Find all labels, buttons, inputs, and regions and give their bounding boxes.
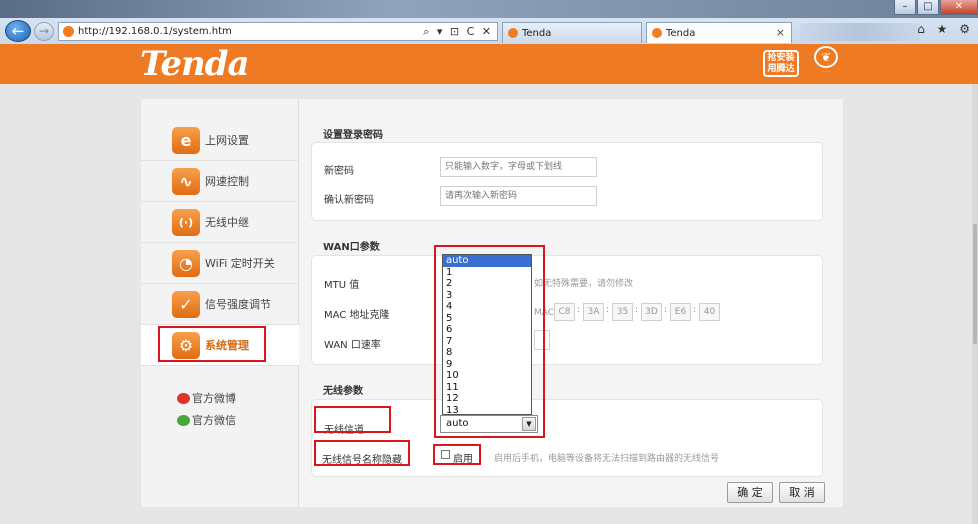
browser-tool-icons[interactable]: ⌂ ★ ⚙ — [917, 22, 974, 36]
page-scrollbar[interactable] — [972, 84, 978, 524]
mac-octet-6[interactable]: 40 — [699, 303, 720, 321]
highlight-enable-checkbox — [433, 444, 481, 465]
wechat-icon — [177, 414, 190, 426]
wan-speed-label: WAN 口速率 — [324, 340, 381, 351]
mtu-label: MTU 值 — [324, 280, 360, 291]
wechat-label: 官方微信 — [192, 414, 236, 427]
wireless-relay-icon: (·) — [172, 208, 200, 236]
wireless-section-title: 无线参数 — [323, 386, 363, 397]
mac-separator: : — [693, 305, 697, 315]
mac-octet-5[interactable]: E6 — [670, 303, 691, 321]
browser-tab-2[interactable]: Tenda × — [646, 22, 792, 43]
blurred-tab-area — [800, 23, 920, 41]
ie-icon: e — [172, 126, 200, 154]
mac-octet-1[interactable]: C8 — [554, 303, 575, 321]
tab-label: Tenda — [522, 27, 552, 39]
weibo-label: 官方微博 — [192, 392, 236, 405]
sidebar-item-speed[interactable]: ∿ 网速控制 — [141, 161, 299, 202]
sidebar-item-internet[interactable]: e 上网设置 — [141, 120, 299, 161]
wan-section-title: WAN口参数 — [323, 242, 380, 253]
tab-label: Tenda — [666, 27, 696, 39]
mac-octet-2[interactable]: 3A — [583, 303, 604, 321]
signal-adjust-icon: ✓ — [172, 290, 200, 318]
favicon-icon — [63, 26, 74, 37]
sidebar: e 上网设置 ∿ 网速控制 (·) 无线中继 ◔ WiFi 定时开关 ✓ 信号强… — [141, 99, 300, 507]
mac-octet-3[interactable]: 35 — [612, 303, 633, 321]
password-section-title: 设置登录密码 — [323, 130, 383, 141]
address-url[interactable]: http://192.168.0.1/system.htm — [78, 26, 423, 37]
password-card: 新密码 确认新密码 — [311, 142, 823, 221]
mac-separator: : — [577, 305, 581, 315]
wechat-link[interactable]: 官方微信 — [177, 412, 236, 428]
browser-tab-1[interactable]: Tenda — [502, 22, 642, 43]
address-bar[interactable]: http://192.168.0.1/system.htm ⌕ ▾ ⊡ C ✕ — [58, 22, 498, 41]
title-bar — [0, 0, 978, 18]
mac-separator: : — [635, 305, 639, 315]
hide-ssid-hint: 启用后手机，电脑等设备将无法扫描到路由器的无线信号 — [494, 454, 720, 464]
mac-clone-label: MAC 地址克隆 — [324, 310, 390, 321]
weibo-icon — [177, 392, 190, 404]
mac-separator: : — [664, 305, 668, 315]
address-tools-icons[interactable]: ⌕ ▾ ⊡ C ✕ — [423, 25, 497, 39]
forward-button[interactable]: → — [34, 22, 54, 41]
window-buttons: – □ ✕ — [893, 0, 978, 16]
highlight-channel-dropdown — [434, 245, 545, 438]
tenda-favicon-icon — [508, 28, 518, 38]
browser-chrome: – □ ✕ ← → http://192.168.0.1/system.htm … — [0, 0, 978, 44]
confirm-button[interactable]: 确 定 — [727, 482, 773, 503]
confirm-password-input[interactable] — [440, 186, 597, 206]
sidebar-item-wifi-timer[interactable]: ◔ WiFi 定时开关 — [141, 243, 299, 284]
brand-emblem-icon: ❦ · · · — [806, 46, 846, 80]
highlight-system-menu — [158, 326, 266, 362]
tab-close-icon[interactable]: × — [776, 26, 785, 39]
minimize-button[interactable]: – — [894, 0, 916, 15]
back-button[interactable]: ← — [5, 20, 31, 42]
highlight-hide-ssid-label — [314, 440, 410, 466]
cancel-button[interactable]: 取 消 — [779, 482, 825, 503]
sidebar-item-label: 信号强度调节 — [205, 298, 271, 311]
sidebar-item-label: 网速控制 — [205, 175, 249, 188]
confirm-password-label: 确认新密码 — [324, 195, 374, 206]
weibo-link[interactable]: 官方微博 — [177, 390, 236, 406]
tenda-logo: Tenda — [140, 44, 250, 84]
new-password-label: 新密码 — [324, 166, 354, 177]
mac-separator: : — [606, 305, 610, 315]
install-badge: 抢安装 用腾达 — [763, 50, 799, 77]
close-window-button[interactable]: ✕ — [940, 0, 978, 15]
sidebar-item-relay[interactable]: (·) 无线中继 — [141, 202, 299, 243]
speed-wave-icon: ∿ — [172, 167, 200, 195]
tenda-favicon-icon — [652, 28, 662, 38]
sidebar-item-signal[interactable]: ✓ 信号强度调节 — [141, 284, 299, 325]
clock-icon: ◔ — [172, 249, 200, 277]
sidebar-item-label: 无线中继 — [205, 216, 249, 229]
mtu-hint: 如无特殊需要，请勿修改 — [534, 279, 634, 289]
wan-card: MTU 值 如无特殊需要，请勿修改 MAC 地址克隆 MAC C8 : 3A :… — [311, 255, 823, 365]
new-password-input[interactable] — [440, 157, 597, 177]
sidebar-item-label: WiFi 定时开关 — [205, 257, 275, 270]
mac-octet-4[interactable]: 3D — [641, 303, 662, 321]
sidebar-item-label: 上网设置 — [205, 134, 249, 147]
highlight-channel-label — [314, 406, 391, 433]
maximize-button[interactable]: □ — [917, 0, 939, 15]
